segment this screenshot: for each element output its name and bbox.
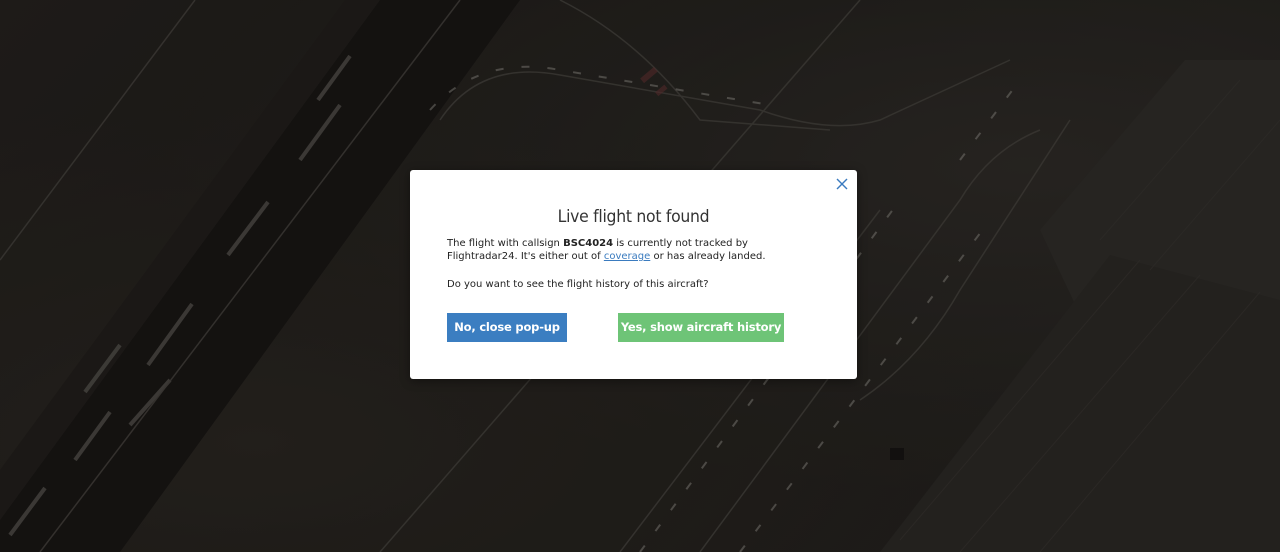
dialog-title: Live flight not found [557,207,710,227]
message-suffix: or has already landed. [650,251,766,262]
dialog-question: Do you want to see the flight history of… [447,279,709,290]
callsign: BSC4024 [563,238,614,249]
close-popup-button[interactable]: No, close pop-up [447,313,567,342]
live-flight-not-found-dialog: Live flight not found The flight with ca… [410,170,857,379]
coverage-link[interactable]: coverage [604,251,650,262]
dialog-body: The flight with callsign BSC4024 is curr… [447,237,819,291]
dialog-message: The flight with callsign BSC4024 is curr… [447,237,819,263]
message-prefix: The flight with callsign [447,238,564,249]
close-icon[interactable] [835,177,849,191]
show-aircraft-history-button[interactable]: Yes, show aircraft history [618,313,784,342]
